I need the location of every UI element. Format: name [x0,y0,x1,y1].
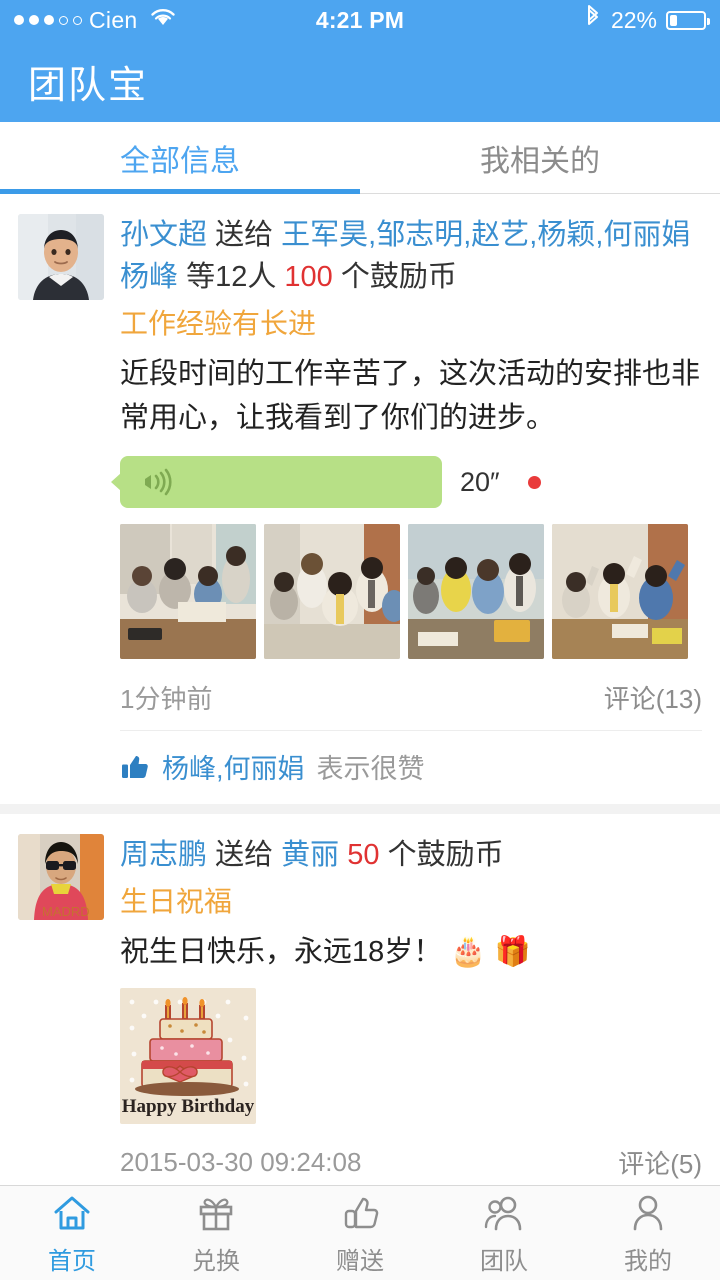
photo-thumbnail[interactable] [120,524,256,659]
post-content: 近段时间的工作辛苦了，这次活动的安排也非常用心，让我看到了你们的进步。 [120,358,701,434]
sound-wave-icon [145,468,172,496]
photo-thumbnail[interactable] [264,524,400,659]
post-action: 送给 [215,839,274,871]
feed-list[interactable]: 孙文超 送给 王军昊,邹志明,赵艺,杨颖,何丽娟杨峰 等12人 100 个鼓励币… [0,194,720,1185]
post-others-count: 等12人 [186,261,277,293]
nav-item-exchange-label: 兑换 [192,1247,240,1275]
nav-item-give[interactable]: 赠送 [288,1191,432,1276]
like-names[interactable]: 杨峰,何丽娟 [162,747,305,786]
post-subject: 工作经验有长进 [120,308,317,339]
photo-grid [120,524,702,659]
post-title-line: 孙文超 送给 王军昊,邹志明,赵艺,杨颖,何丽娟杨峰 等12人 100 个鼓励币 [120,214,702,298]
signal-strength-icon [14,15,82,25]
nav-item-mine-label: 我的 [624,1247,672,1275]
tab-bar: 全部信息 我相关的 [0,122,720,194]
status-bar-left: Cien [14,7,177,34]
gift-icon [199,1198,233,1230]
svg-text:Happy Birthday: Happy Birthday [122,1096,255,1117]
unread-dot [527,475,541,489]
post-time: 1分钟前 [120,684,213,714]
post-time: 2015-03-30 09:24:08 [120,1147,362,1177]
tab-all-messages-label: 全部信息 [120,144,240,178]
post-content-text: 祝生日快乐，永远18岁！ [120,936,443,968]
person-icon [633,1195,663,1230]
like-suffix: 表示很赞 [316,754,425,784]
post-likes-row[interactable]: 杨峰,何丽娟 表示很赞 [120,730,702,804]
tab-all-messages[interactable]: 全部信息 [0,122,360,194]
status-bar-right: 22% [584,4,710,36]
feed-post[interactable]: MADRD 周志鹏 送给 黄丽 50 个鼓励币 生日祝福 祝生日快乐，永远18岁… [0,804,720,1185]
post-recipients[interactable]: 黄丽 [281,839,339,871]
post-content: 祝生日快乐，永远18岁！ 🎂 🎁 [120,930,702,974]
thumbs-up-icon [344,1197,379,1228]
post-image[interactable]: Happy Birthday [120,988,256,1124]
post-unit: 个鼓励币 [387,839,504,871]
nav-item-exchange[interactable]: 兑换 [144,1191,288,1276]
feed-post[interactable]: 孙文超 送给 王军昊,邹志明,赵艺,杨颖,何丽娟杨峰 等12人 100 个鼓励币… [0,194,720,804]
app-header: 团队宝 [0,40,720,122]
battery-icon [666,10,710,30]
post-meta: 2015-03-30 09:24:08 评论(5) [120,1144,702,1181]
status-bar: Cien 4:21 PM 22% [0,0,720,40]
post-subject: 生日祝福 [120,886,233,917]
post-comments-link[interactable]: 评论(5) [618,1144,702,1181]
tab-related-to-me-label: 我相关的 [480,144,600,178]
post-unit: 个鼓励币 [340,261,457,293]
post-amount: 50 [347,839,380,871]
svg-text:MADRD: MADRD [42,904,90,919]
voice-message-bubble[interactable] [111,456,442,508]
bottom-navigation: 首页 兑换 赠送 团队 我的 [0,1185,720,1280]
post-header: MADRD 周志鹏 送给 黄丽 50 个鼓励币 生日祝福 祝生日快乐，永远18岁… [18,834,702,1185]
voice-message-row[interactable]: 20″ [111,456,702,508]
people-icon [484,1196,522,1230]
battery-percent: 22% [610,6,657,33]
nav-item-mine[interactable]: 我的 [576,1191,720,1276]
post-body: 孙文超 送给 王军昊,邹志明,赵艺,杨颖,何丽娟杨峰 等12人 100 个鼓励币… [111,214,702,804]
wifi-icon [149,7,177,33]
post-amount: 100 [284,261,333,293]
photo-thumbnail[interactable] [552,524,688,659]
app-root: Cien 4:21 PM 22% 团队宝 全部信息 我相关的 孙文超 送给 王军… [0,0,720,1280]
post-comments-link[interactable]: 评论(13) [604,679,702,716]
bluetooth-icon [584,4,602,36]
post-sender[interactable]: 周志鹏 [120,839,207,871]
post-title-line: 周志鹏 送给 黄丽 50 个鼓励币 [120,834,702,876]
thumbs-up-icon [122,755,148,778]
nav-item-give-label: 赠送 [336,1247,384,1275]
voice-duration: 20″ [460,466,500,497]
home-icon [54,1196,90,1229]
nav-item-home-label: 首页 [48,1247,96,1275]
avatar[interactable]: MADRD [18,834,104,920]
nav-item-team-label: 团队 [480,1247,528,1275]
photo-thumbnail[interactable] [408,524,544,659]
post-emoji: 🎂 🎁 [450,936,531,968]
nav-item-home[interactable]: 首页 [0,1191,144,1276]
avatar[interactable] [18,214,104,300]
post-body: 周志鹏 送给 黄丽 50 个鼓励币 生日祝福 祝生日快乐，永远18岁！ 🎂 🎁 [120,834,702,1185]
post-sender[interactable]: 孙文超 [120,219,207,251]
tab-related-to-me[interactable]: 我相关的 [360,122,720,193]
page-title: 团队宝 [28,64,149,107]
post-meta: 1分钟前 评论(13) [120,679,702,716]
carrier-name: Cien [89,6,138,33]
nav-item-team[interactable]: 团队 [432,1191,576,1276]
post-action: 送给 [215,219,274,251]
post-header: 孙文超 送给 王军昊,邹志明,赵艺,杨颖,何丽娟杨峰 等12人 100 个鼓励币… [18,214,702,804]
